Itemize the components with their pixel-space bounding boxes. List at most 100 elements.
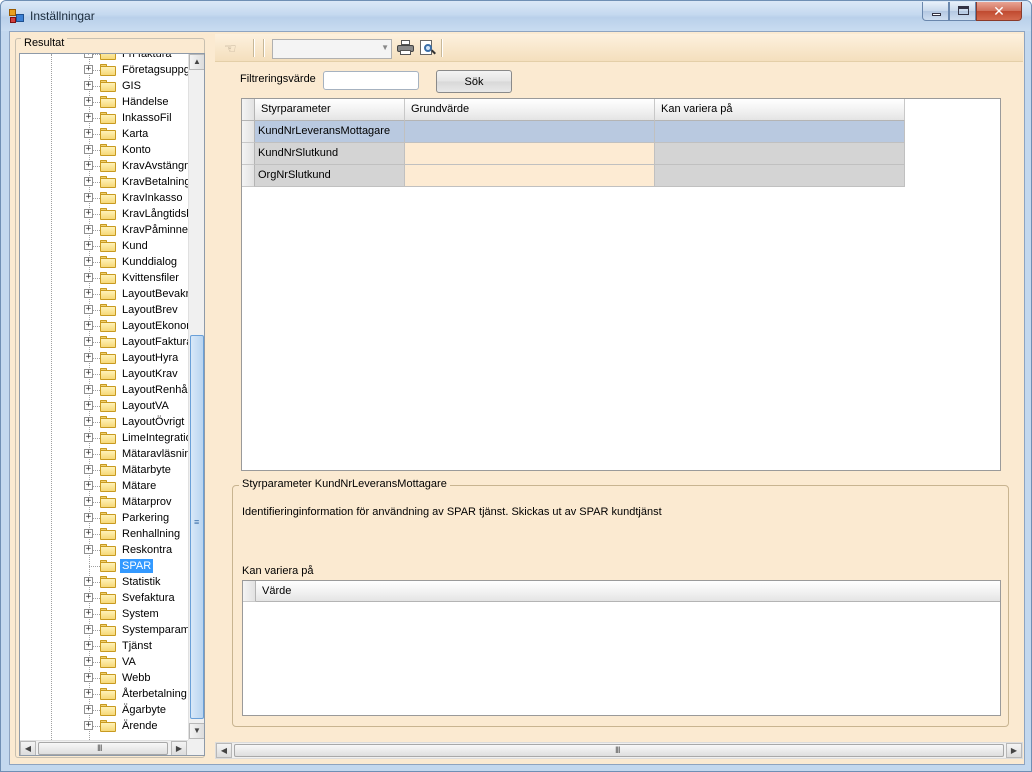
- expand-icon[interactable]: +: [84, 177, 93, 186]
- expand-icon[interactable]: +: [84, 497, 93, 506]
- tree-horizontal-scrollbar[interactable]: ◀ III ▶: [20, 740, 188, 755]
- expand-icon[interactable]: +: [84, 337, 93, 346]
- expand-icon[interactable]: +: [84, 673, 93, 682]
- expand-icon[interactable]: +: [84, 241, 93, 250]
- tree-item[interactable]: + VA: [84, 654, 188, 670]
- tree-item[interactable]: + Konto: [84, 142, 188, 158]
- expand-icon[interactable]: +: [84, 529, 93, 538]
- expand-icon[interactable]: +: [84, 705, 93, 714]
- tree-item[interactable]: + Parkering: [84, 510, 188, 526]
- scroll-thumb[interactable]: ≡: [190, 335, 204, 719]
- close-button[interactable]: ✕: [976, 2, 1022, 21]
- expand-icon[interactable]: +: [84, 689, 93, 698]
- scroll-right-button[interactable]: ▶: [1006, 743, 1022, 758]
- scroll-up-button[interactable]: ▲: [189, 54, 204, 70]
- hand-icon[interactable]: ☜: [224, 40, 242, 56]
- maximize-button[interactable]: [949, 2, 976, 21]
- vary-grid[interactable]: Värde: [242, 580, 1001, 716]
- minimize-button[interactable]: [922, 2, 949, 21]
- expand-icon[interactable]: +: [84, 417, 93, 426]
- tree-item[interactable]: + Svefaktura: [84, 590, 188, 606]
- column-header-kan-variera-pa[interactable]: Kan variera på: [655, 99, 905, 121]
- tree-item[interactable]: + GIS: [84, 78, 188, 94]
- parameter-grid[interactable]: Styrparameter Grundvärde Kan variera på …: [241, 98, 1001, 471]
- expand-icon[interactable]: +: [84, 273, 93, 282]
- tree-item[interactable]: + LayoutEkonomi: [84, 318, 188, 334]
- scroll-thumb-horizontal[interactable]: III: [38, 742, 168, 755]
- expand-icon[interactable]: +: [84, 609, 93, 618]
- tree-item[interactable]: + Renhallning: [84, 526, 188, 542]
- expand-icon[interactable]: +: [84, 113, 93, 122]
- expand-icon[interactable]: +: [84, 433, 93, 442]
- grid-cell-styrparameter[interactable]: OrgNrSlutkund: [255, 165, 405, 187]
- tree-item[interactable]: + Tjänst: [84, 638, 188, 654]
- expand-icon[interactable]: +: [84, 161, 93, 170]
- grid-cell-styrparameter[interactable]: KundNrSlutkund: [255, 143, 405, 165]
- tree-item[interactable]: + LayoutBevaknir: [84, 286, 188, 302]
- print-preview-icon[interactable]: [419, 40, 437, 56]
- expand-icon[interactable]: +: [84, 481, 93, 490]
- tree-item[interactable]: + Kund: [84, 238, 188, 254]
- tree-item[interactable]: + System: [84, 606, 188, 622]
- expand-icon[interactable]: +: [84, 545, 93, 554]
- filter-input[interactable]: [323, 71, 419, 90]
- title-bar[interactable]: Inställningar ✕: [1, 1, 1031, 31]
- tree-item[interactable]: + Händelse: [84, 94, 188, 110]
- grid-cell-grundvarde[interactable]: [405, 165, 655, 187]
- grid-cell-kan-variera[interactable]: [655, 121, 905, 143]
- expand-icon[interactable]: +: [84, 657, 93, 666]
- main-horizontal-scrollbar[interactable]: ◀ III ▶: [215, 742, 1023, 759]
- tree-item[interactable]: + LayoutBrev: [84, 302, 188, 318]
- tree-item[interactable]: + Återbetalning: [84, 686, 188, 702]
- scroll-down-button[interactable]: ▼: [189, 723, 204, 739]
- expand-icon[interactable]: +: [84, 369, 93, 378]
- expand-icon[interactable]: +: [84, 625, 93, 634]
- expand-icon[interactable]: +: [84, 225, 93, 234]
- expand-icon[interactable]: +: [84, 193, 93, 202]
- tree-item[interactable]: + KravAvstängnir: [84, 158, 188, 174]
- expand-icon[interactable]: +: [84, 353, 93, 362]
- expand-icon[interactable]: +: [84, 641, 93, 650]
- expand-icon[interactable]: +: [84, 577, 93, 586]
- tree-item[interactable]: + KravInkasso: [84, 190, 188, 206]
- tree-item[interactable]: + Mätarprov: [84, 494, 188, 510]
- scroll-thumb-horizontal[interactable]: III: [234, 744, 1004, 757]
- tree-item[interactable]: + Karta: [84, 126, 188, 142]
- tree-item[interactable]: SPAR: [84, 558, 188, 574]
- expand-icon[interactable]: +: [84, 145, 93, 154]
- tree-item[interactable]: + InkassoFil: [84, 110, 188, 126]
- scroll-left-button[interactable]: ◀: [216, 743, 232, 758]
- tree-item[interactable]: + Webb: [84, 670, 188, 686]
- scroll-right-button[interactable]: ▶: [171, 741, 187, 755]
- column-header-grundvarde[interactable]: Grundvärde: [405, 99, 655, 121]
- tree-item[interactable]: + LayoutVA: [84, 398, 188, 414]
- tree-item[interactable]: + KravLångtidsbe: [84, 206, 188, 222]
- grid-cell-grundvarde[interactable]: [405, 121, 655, 143]
- tree-item[interactable]: + LayoutÖvrigt: [84, 414, 188, 430]
- tree-vertical-scrollbar[interactable]: ▲ ≡ ▼: [188, 54, 204, 740]
- expand-icon[interactable]: +: [84, 721, 93, 730]
- expand-icon[interactable]: +: [84, 401, 93, 410]
- tree-item[interactable]: + LayoutFaktura: [84, 334, 188, 350]
- grid-corner-header[interactable]: [242, 99, 255, 121]
- printer-icon[interactable]: [397, 40, 415, 56]
- search-button[interactable]: Sök: [436, 70, 512, 93]
- expand-icon[interactable]: +: [84, 97, 93, 106]
- tree-item[interactable]: + Ärende: [84, 718, 188, 734]
- tree-item[interactable]: + Fri faktura: [84, 54, 188, 62]
- expand-icon[interactable]: +: [84, 513, 93, 522]
- tree-item[interactable]: + KravPåminnelse: [84, 222, 188, 238]
- column-header-varde[interactable]: Värde: [256, 581, 1000, 602]
- tree-item[interactable]: + Mätaravläsning: [84, 446, 188, 462]
- expand-icon[interactable]: +: [84, 465, 93, 474]
- column-header-styrparameter[interactable]: Styrparameter: [255, 99, 405, 121]
- tree-item[interactable]: + Kvittensfiler: [84, 270, 188, 286]
- tree-item[interactable]: + Mätarbyte: [84, 462, 188, 478]
- expand-icon[interactable]: +: [84, 257, 93, 266]
- expand-icon[interactable]: +: [84, 305, 93, 314]
- expand-icon[interactable]: +: [84, 449, 93, 458]
- tree-item[interactable]: + Företagsuppgift: [84, 62, 188, 78]
- tree-item[interactable]: + Reskontra: [84, 542, 188, 558]
- tree-item[interactable]: + Systemparamet: [84, 622, 188, 638]
- toolbar-combo[interactable]: ▼: [272, 39, 392, 59]
